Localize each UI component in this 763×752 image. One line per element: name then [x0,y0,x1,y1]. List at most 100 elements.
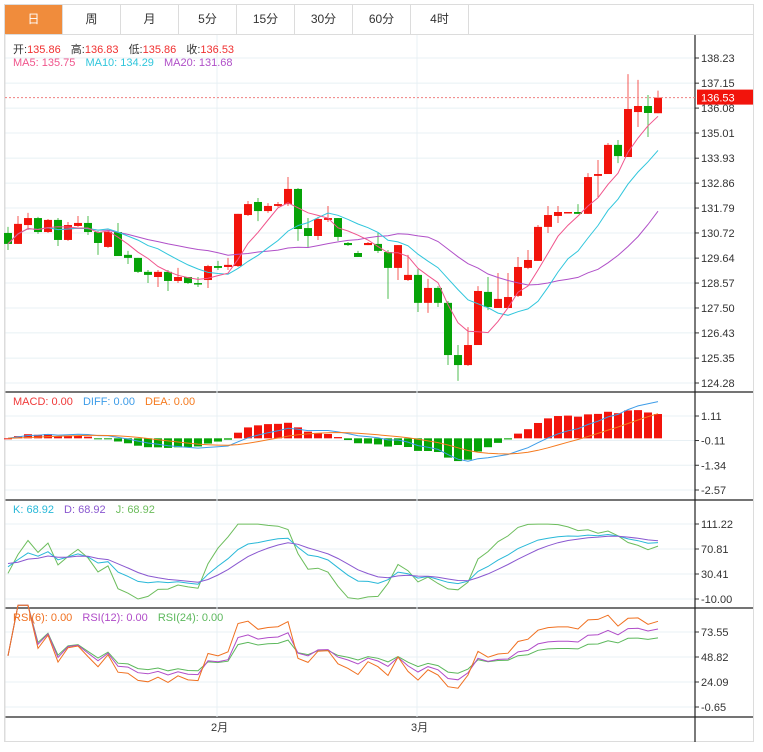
price-tick-label: 129.64 [701,253,735,265]
candle-up [314,218,322,236]
macd-tick-label: 1.11 [701,411,722,423]
candle-up [74,222,82,226]
macd-bar-negative [204,438,212,444]
d-line [7,535,659,583]
high-value: 136.83 [84,44,119,56]
rsi6-value: RSI(6): 0.00 [13,612,73,624]
candle-down [254,201,262,212]
kdj-tick-label: 70.81 [701,544,729,556]
date-label: 2月 [211,722,228,734]
price-tick-label: 127.50 [701,303,735,315]
candle-down [414,274,422,303]
macd-bar-negative [464,438,472,460]
macd-bar-negative [94,438,102,440]
rsi-tick-label: 73.55 [701,627,729,639]
candle-down [124,254,132,258]
price-tick-label: 132.86 [701,178,735,190]
macd-bar-negative [374,438,382,445]
candle-up [564,211,572,214]
price-tick-label: 136.08 [701,103,735,115]
open-label: 开: [13,44,28,56]
high-label: 高: [70,44,85,56]
dea-value: DEA: 0.00 [145,396,196,408]
last-price-label: 136.53 [701,93,735,105]
candle-down [164,271,172,281]
macd-bar-positive [524,429,532,439]
price-tick-label: 137.15 [701,78,735,90]
open-value: 135.86 [27,44,61,56]
low-label: 低: [128,44,143,56]
macd-bar-negative [224,438,232,440]
price-tick-label: 128.57 [701,278,735,290]
kdj-tick-label: 111.22 [701,519,733,531]
candle-up [464,345,472,366]
candle-up [474,290,482,346]
candle-up [514,266,522,296]
macd-bar-negative [474,438,482,452]
low-value: 135.86 [142,44,177,56]
candle-down [614,144,622,157]
macd-bar-negative [164,438,172,448]
candle-up [394,245,402,268]
candle-up [44,219,52,233]
ma20-line [7,210,659,286]
macd-bar-negative [214,438,222,442]
candle-down [194,283,202,285]
macd-bar-negative [104,438,112,440]
candle-up [624,109,632,158]
macd-bar-negative [194,438,202,447]
candle-up [534,226,542,261]
kline-chart[interactable]: 138.23 137.15 136.08 135.01 133.93 132.86 131.… [0,0,763,752]
kdj-tick-label: -10.00 [701,594,732,606]
candle-down [4,232,12,244]
candle-down [354,253,362,257]
ma10-value: MA10: 134.29 [85,57,154,69]
candle-down [344,242,352,246]
macd-legend: MACD: 0.00 DIFF: 0.00 DEA: 0.00 [13,396,202,408]
k-value: K: 68.92 [13,504,54,516]
candle-up [24,218,32,226]
candle-down [214,266,222,268]
macd-bar-negative [394,438,402,446]
macd-bar-negative [364,438,372,444]
macd-bar-positive [514,433,522,439]
candle-up [554,211,562,216]
ma-legend: MA5: 135.75 MA10: 134.29 MA20: 131.68 [13,57,240,69]
candle-down [144,271,152,275]
candle-up [634,105,642,113]
date-label: 3月 [411,722,428,734]
price-tick-label: 126.43 [701,328,735,340]
candle-up [364,242,372,246]
kdj-legend: K: 68.92 D: 68.92 J: 68.92 [13,504,162,516]
macd-bar-positive [324,433,332,439]
candle-up [424,287,432,303]
macd-bar-positive [84,436,92,439]
ma5-value: MA5: 135.75 [13,57,76,69]
d-value: D: 68.92 [64,504,106,516]
macd-value: MACD: 0.00 [13,396,73,408]
close-value: 136.53 [200,44,235,56]
macd-tick-label: -2.57 [701,485,726,497]
rsi-legend: RSI(6): 0.00 RSI(12): 0.00 RSI(24): 0.00 [13,612,230,624]
price-tick-label: 130.72 [701,228,735,240]
candle-up [494,298,502,308]
candle-down [644,105,652,113]
candle-down [134,257,142,272]
rsi24-value: RSI(24): 0.00 [157,612,224,624]
close-label: 收: [186,44,201,56]
candle-down [434,287,442,303]
ma20-value: MA20: 131.68 [164,57,233,69]
macd-tick-label: -1.34 [701,460,726,472]
rsi-tick-label: 24.09 [701,677,729,689]
price-tick-label: 124.28 [701,378,735,390]
candle-up [224,264,232,267]
candle-down [484,291,492,308]
macd-bar-positive [264,424,272,439]
candle-up [104,232,112,247]
j-value: J: 68.92 [115,504,155,516]
price-tick-label: 125.35 [701,353,735,365]
macd-bar-positive [654,414,662,439]
diff-value: DIFF: 0.00 [82,396,135,408]
rsi12-value: RSI(12): 0.00 [82,612,148,624]
macd-bar-negative [504,438,512,440]
